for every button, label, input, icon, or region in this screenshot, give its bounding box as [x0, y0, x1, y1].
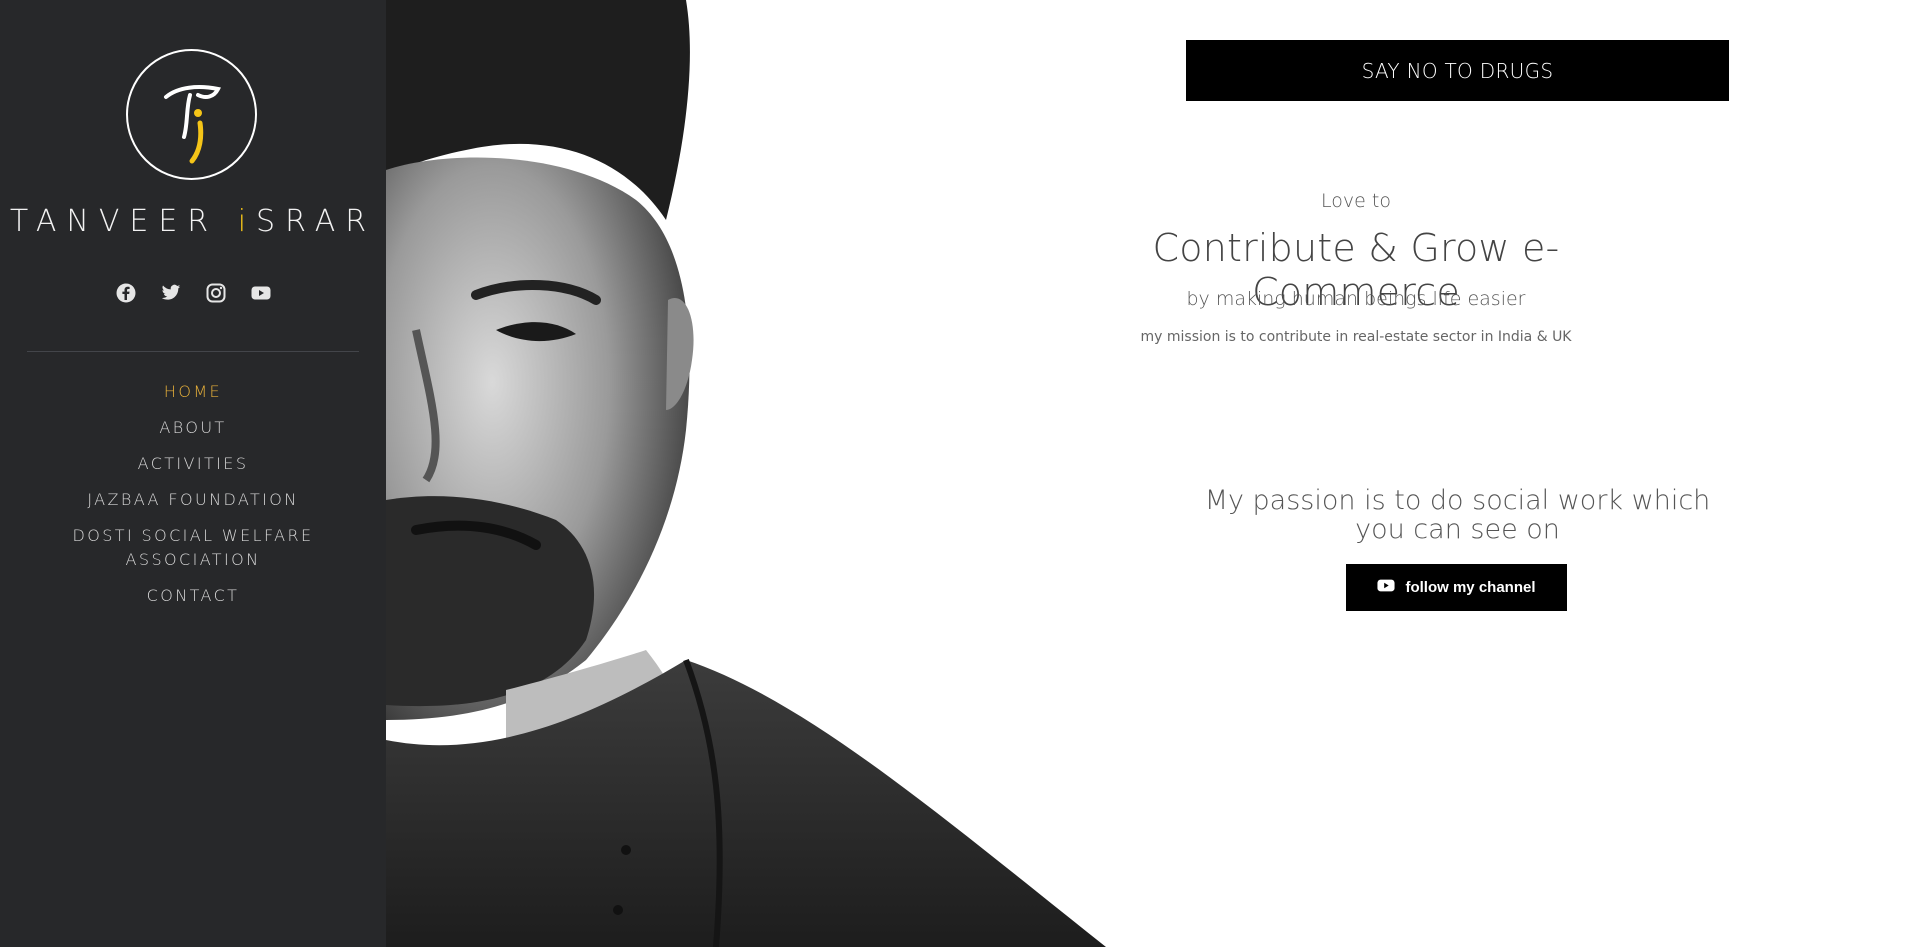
mission-text: my mission is to contribute in real-esta…	[1140, 329, 1572, 345]
passion-text: My passion is to do social work which yo…	[1204, 485, 1711, 545]
love-to-text: Love to	[1321, 190, 1391, 212]
facebook-icon[interactable]	[115, 282, 136, 303]
brand-name[interactable]: TANVEER iSRAR	[0, 204, 386, 239]
instagram-icon[interactable]	[205, 282, 226, 303]
logo[interactable]	[126, 49, 257, 180]
youtube-icon	[1377, 579, 1396, 596]
twitter-icon[interactable]	[160, 282, 181, 303]
hero-portrait	[386, 0, 1106, 947]
nav-item-about[interactable]: ABOUT	[0, 416, 386, 440]
say-no-to-drugs-button[interactable]: SAY NO TO DRUGS	[1186, 40, 1729, 101]
brand-name-main: TANVEER	[9, 204, 238, 239]
nav-item-home[interactable]: HOME	[0, 380, 386, 404]
nav-item-activities[interactable]: ACTIVITIES	[0, 452, 386, 476]
sidebar-divider	[27, 351, 359, 352]
logo-monogram-icon	[164, 85, 221, 164]
main-nav: HOME ABOUT ACTIVITIES JAZBAA FOUNDATION …	[0, 380, 386, 620]
nav-item-dosti-social-welfare[interactable]: DOSTI SOCIAL WELFARE ASSOCIATION	[0, 524, 386, 572]
social-links	[0, 282, 386, 303]
brand-name-tail: SRAR	[256, 204, 377, 239]
nav-item-jazbaa-foundation[interactable]: JAZBAA FOUNDATION	[0, 488, 386, 512]
youtube-icon[interactable]	[250, 282, 271, 303]
follow-channel-button[interactable]: follow my channel	[1346, 564, 1567, 611]
nav-item-contact[interactable]: CONTACT	[0, 584, 386, 608]
follow-channel-label: follow my channel	[1405, 579, 1536, 596]
brand-name-accent: i	[237, 204, 257, 239]
subline: by making human beings life easier	[1186, 288, 1526, 310]
sidebar: TANVEER iSRAR HOME ABOUT ACTIVITIES JAZB…	[0, 0, 386, 947]
